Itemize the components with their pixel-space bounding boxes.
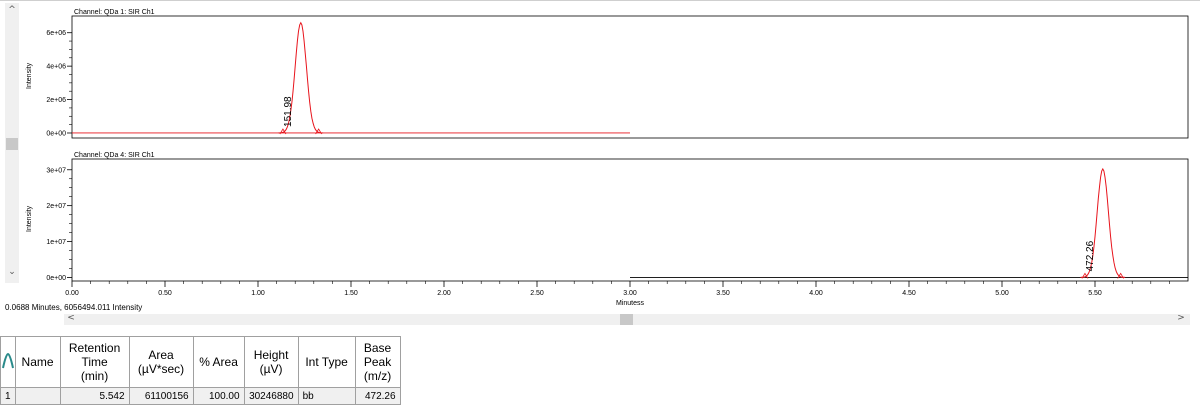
y-tick-label: 1e+07 [46,239,66,246]
x-tick-label: 1.50 [344,290,358,297]
scroll-up-icon[interactable]: ^ [5,5,19,15]
cell-base-peak[interactable]: 472.26 [354,387,401,405]
header-pct-area[interactable]: % Area [192,336,245,388]
x-tick-label: 5.50 [1088,290,1102,297]
vertical-scroll-thumb[interactable] [6,138,18,150]
y-tick-label: 4e+06 [46,64,66,71]
x-tick-label: 4.50 [902,290,916,297]
x-tick-label: 2.00 [437,290,451,297]
table-row[interactable]: 1 5.542 61100156 100.00 30246880 bb 472.… [0,387,401,405]
y-axis-label: Intensity [26,62,33,89]
cell-name[interactable] [14,387,61,405]
header-line: Height [253,348,289,362]
plot-frame [71,15,1189,139]
header-base-peak[interactable]: Base Peak (m/z) [354,336,401,388]
header-line: Base [363,341,392,355]
x-tick-label: 5.00 [995,290,1009,297]
cell-pct-area[interactable]: 100.00 [192,387,245,405]
chromatogram-plot: Channel: QDa 1: SIR Ch1 Intensity 0e+00 2e+… [26,9,1189,307]
header-line: Time [81,355,108,369]
cell-area[interactable]: 61100156 [128,387,194,405]
header-line: Retention [68,341,121,355]
header-line: (µV*sec) [137,362,185,376]
scroll-left-icon[interactable]: < [64,313,78,323]
y-tick-label: 2e+07 [46,203,66,210]
y-axis-label: Intensity [26,205,33,232]
header-line: (min) [80,369,109,383]
header-line: (µV) [259,362,283,376]
header-name[interactable]: Name [14,336,61,388]
x-tick-label: 4.00 [809,290,823,297]
panel-title: Channel: QDa 4: SIR Ch1 [74,152,155,159]
table-header-row: Name Retention Time (min) Area (µV*sec) % A… [0,336,401,388]
table-corner[interactable] [0,336,16,388]
y-tick-label: 2e+06 [46,97,66,104]
vertical-scrollbar[interactable]: ^ ⌄ [5,3,19,283]
cell-height[interactable]: 30246880 [243,387,299,405]
header-height[interactable]: Height (µV) [243,336,299,388]
cell-int-type[interactable]: bb [297,387,356,405]
plot-frame [71,158,1189,282]
y-tick-label: 6e+06 [46,30,66,37]
x-tick-label: 1.00 [251,290,265,297]
peak-label: 472.26 [1085,240,1096,271]
cell-retention-time[interactable]: 5.542 [59,387,130,405]
x-tick-label: 0.00 [65,290,79,297]
peak-results-table: Name Retention Time (min) Area (µV*sec) % A… [0,336,401,405]
y-tick-label: 0e+00 [46,275,66,282]
y-tick-label: 3e+07 [46,167,66,174]
x-tick-label: 3.00 [623,290,637,297]
header-line: Peak [363,355,392,369]
peak-label: 151.98 [283,96,294,127]
header-line: (m/z) [363,369,392,383]
header-area[interactable]: Area (µV*sec) [128,336,194,388]
horizontal-scrollbar[interactable]: < > [64,313,1190,325]
row-index[interactable]: 1 [0,387,16,405]
header-retention-time[interactable]: Retention Time (min) [59,336,130,388]
x-axis-label: Minutess [616,300,645,307]
header-line: Area [148,348,174,362]
horizontal-scroll-thumb[interactable] [620,314,633,325]
scroll-right-icon[interactable]: > [1174,313,1188,323]
cursor-status-text: 0.0688 Minutes, 6056494.011 Intensity [5,303,143,312]
x-tick-label: 0.50 [158,290,172,297]
header-int-type[interactable]: Int Type [297,336,356,388]
peak-icon [1,352,14,368]
x-tick-label: 3.50 [716,290,730,297]
scroll-down-icon[interactable]: ⌄ [5,267,19,277]
x-tick-label: 2.50 [530,290,544,297]
panel-title: Channel: QDa 1: SIR Ch1 [74,9,155,16]
y-tick-label: 0e+00 [46,130,66,137]
